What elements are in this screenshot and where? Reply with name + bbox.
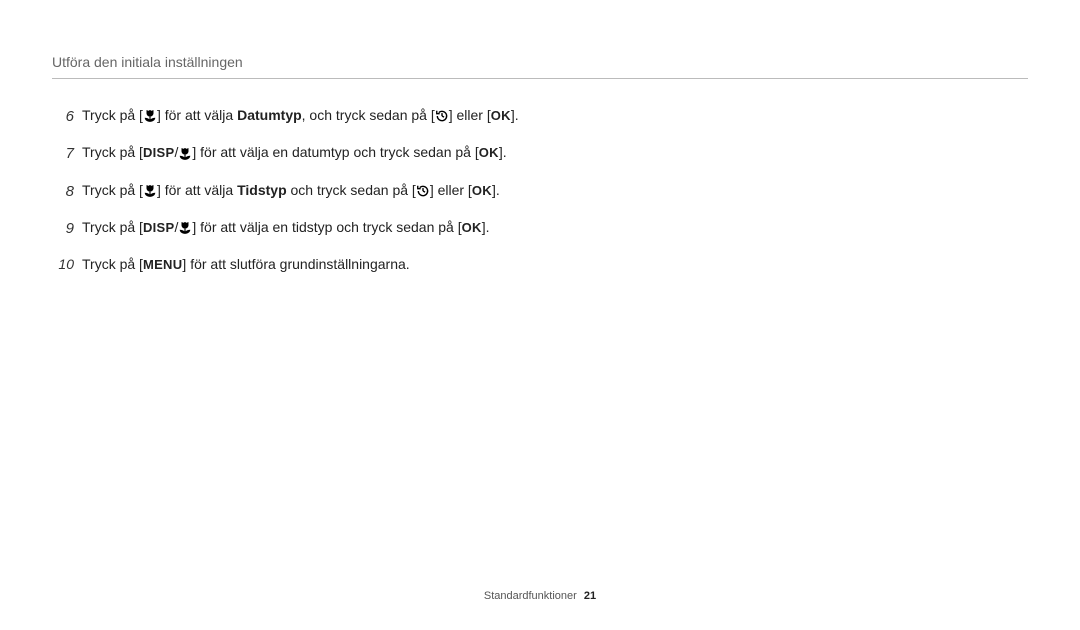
manual-page: Utföra den initiala inställningen 6 Tryck…: [0, 0, 1080, 630]
macro-icon: [143, 109, 157, 123]
macro-icon: [178, 147, 192, 161]
step-text: Tryck på [: [82, 182, 143, 198]
macro-icon: [178, 221, 192, 235]
ok-button-label: OK: [462, 220, 482, 235]
step-text: ].: [499, 144, 507, 160]
step-text: Tryck på [: [82, 219, 143, 235]
step-body: Tryck på [MENU] för att slutföra grundin…: [82, 254, 692, 276]
menu-button-label: MENU: [143, 257, 182, 272]
step-text: och tryck sedan på [: [287, 182, 416, 198]
step-text: Tryck på [: [82, 256, 143, 272]
timer-icon: [435, 109, 449, 123]
ok-button-label: OK: [479, 145, 499, 160]
step-8: 8 Tryck på [ ] för att välja Tidstyp och …: [52, 180, 692, 203]
ok-button-label: OK: [491, 108, 511, 123]
step-body: Tryck på [DISP/ ] för att välja en datum…: [82, 142, 692, 164]
emphasis: Tidstyp: [237, 182, 287, 198]
header-title: Utföra den initiala inställningen: [52, 54, 243, 70]
step-number: 8: [52, 180, 74, 203]
step-number: 7: [52, 142, 74, 165]
steps-list: 6 Tryck på [ ] för att välja Datumtyp, oc…: [52, 105, 692, 276]
step-text: ] för att välja: [157, 182, 237, 198]
step-text: ] eller [: [449, 107, 491, 123]
step-6: 6 Tryck på [ ] för att välja Datumtyp, oc…: [52, 105, 692, 128]
footer-section: Standardfunktioner: [484, 590, 577, 602]
step-text: , och tryck sedan på [: [302, 107, 435, 123]
page-header: Utföra den initiala inställningen: [52, 54, 1028, 79]
step-text: Tryck på [: [82, 144, 143, 160]
step-text: ] för att välja en datumtyp och tryck se…: [192, 144, 478, 160]
step-text: ].: [511, 107, 519, 123]
step-text: ].: [482, 219, 490, 235]
disp-button-label: DISP: [143, 145, 175, 160]
step-10: 10 Tryck på [MENU] för att slutföra grund…: [52, 254, 692, 276]
ok-button-label: OK: [472, 183, 492, 198]
step-text: Tryck på [: [82, 107, 143, 123]
page-footer: Standardfunktioner 21: [0, 590, 1080, 602]
step-body: Tryck på [ ] för att välja Tidstyp och t…: [82, 180, 692, 202]
disp-button-label: DISP: [143, 220, 175, 235]
macro-icon: [143, 184, 157, 198]
timer-icon: [416, 184, 430, 198]
step-text: ].: [492, 182, 500, 198]
emphasis: Datumtyp: [237, 107, 302, 123]
step-body: Tryck på [DISP/ ] för att välja en tidst…: [82, 217, 692, 239]
step-number: 6: [52, 105, 74, 128]
step-body: Tryck på [ ] för att välja Datumtyp, och…: [82, 105, 692, 127]
step-text: ] för att välja en tidstyp och tryck sed…: [192, 219, 461, 235]
step-9: 9 Tryck på [DISP/ ] för att välja en tids…: [52, 217, 692, 240]
step-number: 10: [52, 254, 74, 276]
step-text: ] för att välja: [157, 107, 237, 123]
step-text: ] för att slutföra grundinställningarna.: [182, 256, 409, 272]
step-text: ] eller [: [430, 182, 472, 198]
step-7: 7 Tryck på [DISP/ ] för att välja en datu…: [52, 142, 692, 165]
step-number: 9: [52, 217, 74, 240]
footer-page-number: 21: [584, 590, 596, 602]
